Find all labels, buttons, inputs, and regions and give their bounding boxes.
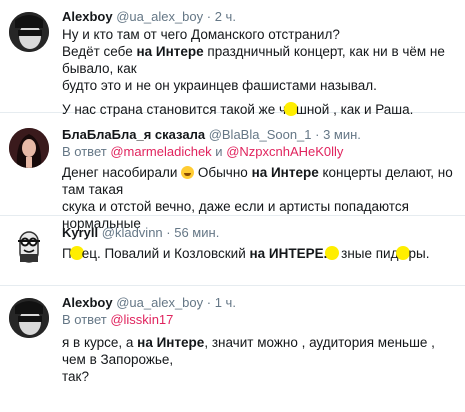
tweet-header: Alexboy @ua_alex_boy · 1 ч.	[62, 295, 457, 311]
timestamp[interactable]: · 2 ч.	[207, 9, 236, 24]
highlight-text: на Интере	[136, 44, 204, 59]
reply-context: В ответ @marmeladichek и @NzpxcnhAHeK0ll…	[62, 144, 344, 159]
highlight-text: на Интере	[251, 165, 319, 180]
user-handle[interactable]: @ua_alex_boy	[116, 295, 203, 310]
avatar[interactable]	[9, 298, 49, 338]
user-handle[interactable]: @kladvinn	[102, 225, 163, 240]
tweet-line: Ну и кто там от чего Доманского отстрани…	[62, 27, 340, 42]
mention-link[interactable]: @marmeladichek	[110, 144, 211, 159]
laughing-emoji-icon	[181, 166, 195, 179]
mention-link[interactable]: @NzpxcnhAHeK0lly	[226, 144, 343, 159]
tweet-line: так?	[62, 369, 89, 384]
avatar[interactable]	[9, 12, 49, 52]
tweet-line: я в курсе, а на Интере, значит можно , а…	[62, 335, 435, 367]
user-handle[interactable]: @BlaBla_Soon_1	[209, 127, 312, 142]
tweet-header: Alexboy @ua_alex_boy · 2 ч.	[62, 9, 457, 25]
tweet-text: Ну и кто там от чего Доманского отстрани…	[62, 26, 457, 118]
tweet-text: Пец. Повалий и Козловский на ИНТЕРЕ. зны…	[62, 245, 457, 262]
tweet-line: будто это и не он украинцев фашистами на…	[62, 78, 377, 93]
user-handle[interactable]: @ua_alex_boy	[116, 9, 203, 24]
display-name[interactable]: БлаБлаБла_я сказала	[62, 127, 205, 142]
mention-link[interactable]: @lisskin17	[110, 312, 173, 327]
reply-context: В ответ @lisskin17	[62, 312, 174, 327]
timestamp[interactable]: · 3 мин.	[315, 127, 361, 142]
timestamp[interactable]: · 1 ч.	[207, 295, 236, 310]
display-name[interactable]: Alexboy	[62, 295, 113, 310]
tweet-line: Пец. Повалий и Козловский на ИНТЕРЕ. зны…	[62, 246, 430, 261]
tweet[interactable]: БлаБлаБла_я сказала @BlaBla_Soon_1 · 3 м…	[0, 113, 465, 231]
display-name[interactable]: Alexboy	[62, 9, 113, 24]
tweet-line: Денег насобирали Обычно на Интере концер…	[62, 165, 453, 197]
highlight-text: на Интере	[137, 335, 205, 350]
highlight-text: на ИНТЕРЕ.	[249, 246, 328, 261]
tweet-header: БлаБлаБла_я сказала @BlaBla_Soon_1 · 3 м…	[62, 127, 457, 143]
timestamp[interactable]: · 56 мин.	[166, 225, 219, 240]
tweet[interactable]: Kyryll @kladvinn · 56 мин. Пец. Повалий …	[0, 216, 465, 286]
avatar[interactable]	[9, 128, 49, 168]
tweet-header: Kyryll @kladvinn · 56 мин.	[62, 225, 457, 241]
tweet[interactable]: Alexboy @ua_alex_boy · 1 ч. В ответ @lis…	[0, 286, 465, 412]
tweet[interactable]: Alexboy @ua_alex_boy · 2 ч. Ну и кто там…	[0, 0, 465, 117]
tweet-line: Ведёт себе на Интере праздничный концерт…	[62, 44, 445, 76]
display-name[interactable]: Kyryll	[62, 225, 98, 240]
tweet-text: я в курсе, а на Интере, значит можно , а…	[62, 334, 457, 385]
avatar[interactable]	[9, 226, 49, 266]
